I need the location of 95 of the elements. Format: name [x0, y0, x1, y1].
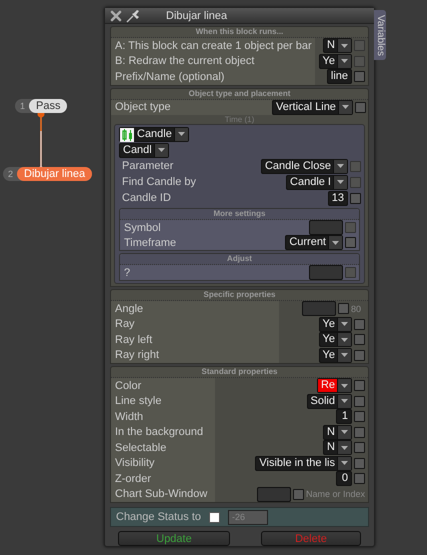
- node-number: 2: [7, 169, 14, 179]
- node-number: 1: [19, 101, 26, 111]
- dropdown[interactable]: Vertical Line: [272, 100, 353, 115]
- checkbox[interactable]: [354, 102, 366, 113]
- checkbox[interactable]: [209, 512, 220, 522]
- input-field[interactable]: 1: [336, 409, 352, 424]
- field-label: Candle ID: [121, 191, 172, 206]
- field-label: Line style: [111, 394, 215, 409]
- checkbox[interactable]: [338, 303, 349, 314]
- field-label: Find Candle by: [121, 175, 197, 190]
- checkbox[interactable]: [354, 334, 365, 346]
- field-label: Parameter: [121, 159, 174, 174]
- dropdown[interactable]: N: [323, 440, 352, 456]
- caret-icon: [341, 430, 348, 434]
- dialog-button[interactable]: Update: [118, 531, 230, 546]
- dropdown[interactable]: Ye: [318, 316, 352, 332]
- field-label: Chart Sub-Window: [111, 486, 215, 502]
- field-label: Timeframe: [123, 236, 178, 250]
- input-field[interactable]: [309, 220, 343, 235]
- section-header: Adjust: [120, 254, 359, 265]
- checkbox[interactable]: [354, 473, 365, 484]
- caret-icon: [341, 59, 348, 64]
- hint-text: Name or Index: [306, 489, 365, 500]
- section-header: When this block runs...: [111, 27, 368, 38]
- dropdown[interactable]: Visible in the lis: [255, 456, 352, 471]
- field-label: Color: [111, 378, 215, 394]
- field-label: In the background: [111, 424, 215, 440]
- hint-text: 80: [351, 304, 362, 314]
- section-header: More settings: [120, 209, 359, 220]
- checkbox[interactable]: [354, 411, 365, 422]
- pin-icon[interactable]: [126, 8, 142, 22]
- section-header: Standard properties: [111, 367, 368, 378]
- field-label: Width: [111, 409, 215, 424]
- dropdown[interactable]: Current: [285, 235, 343, 250]
- section-header: Object type and placement: [111, 88, 368, 100]
- dropdown[interactable]: Solid: [306, 394, 352, 409]
- checkbox[interactable]: [354, 458, 365, 469]
- caret-icon: [341, 461, 348, 466]
- candlestick-icon: [120, 128, 134, 142]
- caret-icon: [341, 322, 348, 326]
- checkbox[interactable]: [354, 318, 365, 330]
- caret-icon: [341, 353, 348, 358]
- checkbox[interactable]: [354, 426, 365, 438]
- window-title: Dibujar linea: [166, 10, 228, 22]
- field-label: ?: [123, 266, 132, 280]
- field-label: Selectable: [111, 440, 215, 456]
- caret-icon: [337, 180, 344, 184]
- field-label: B: Redraw the current object: [111, 54, 315, 69]
- close-icon[interactable]: [110, 10, 122, 22]
- caret-icon: [341, 44, 348, 48]
- field-label: Ray left: [111, 332, 279, 348]
- input-field[interactable]: line: [326, 69, 352, 84]
- dropdown[interactable]: Re: [316, 378, 352, 394]
- caret-icon: [341, 399, 348, 404]
- node-label: Dibujar linea: [17, 167, 92, 181]
- field-label: Object type: [111, 100, 272, 115]
- section-header: Specific properties: [111, 290, 368, 301]
- dropdown[interactable]: N: [323, 424, 352, 440]
- field-label: Visibility: [111, 456, 215, 471]
- checkbox[interactable]: [350, 192, 361, 204]
- checkbox[interactable]: [345, 237, 356, 248]
- input-field[interactable]: [309, 265, 343, 280]
- field-label: Z-order: [111, 471, 215, 486]
- side-tab[interactable]: Variables: [374, 10, 386, 60]
- field-label: Ray right: [111, 348, 279, 363]
- checkbox[interactable]: [354, 396, 365, 407]
- checkbox[interactable]: [354, 71, 365, 82]
- field-label: Prefix/Name (optional): [111, 69, 315, 84]
- caret-icon: [341, 384, 348, 388]
- field-label: A: This block can create 1 object per bar: [111, 38, 315, 54]
- caret-icon: [158, 148, 165, 152]
- dropdown[interactable]: Ye: [318, 348, 352, 363]
- checkbox[interactable]: [354, 442, 365, 454]
- dropdown[interactable]: Candl: [119, 142, 169, 158]
- input-field[interactable]: [256, 486, 291, 502]
- caret-icon: [178, 132, 185, 136]
- dropdown[interactable]: Candle: [119, 126, 189, 142]
- checkbox[interactable]: [292, 488, 304, 500]
- caret-icon: [341, 338, 348, 342]
- caret-icon: [332, 240, 339, 244]
- caret-icon: [342, 105, 349, 110]
- dropdown[interactable]: Ye: [318, 332, 352, 348]
- field-label: Symbol: [123, 220, 162, 235]
- input-field[interactable]: 0: [336, 471, 352, 486]
- caret-icon: [341, 446, 348, 450]
- field-label: Ray: [111, 316, 279, 332]
- field-label: Angle: [111, 301, 279, 316]
- checkbox[interactable]: [354, 380, 365, 392]
- input-field[interactable]: [302, 301, 336, 316]
- node-label: Pass: [29, 99, 68, 113]
- checkbox[interactable]: [354, 350, 365, 361]
- input-field[interactable]: 13: [328, 190, 348, 206]
- caret-icon: [337, 164, 344, 168]
- field-label: Change Status to: [116, 511, 202, 523]
- flow-node[interactable]: 1 Pass: [15, 99, 68, 113]
